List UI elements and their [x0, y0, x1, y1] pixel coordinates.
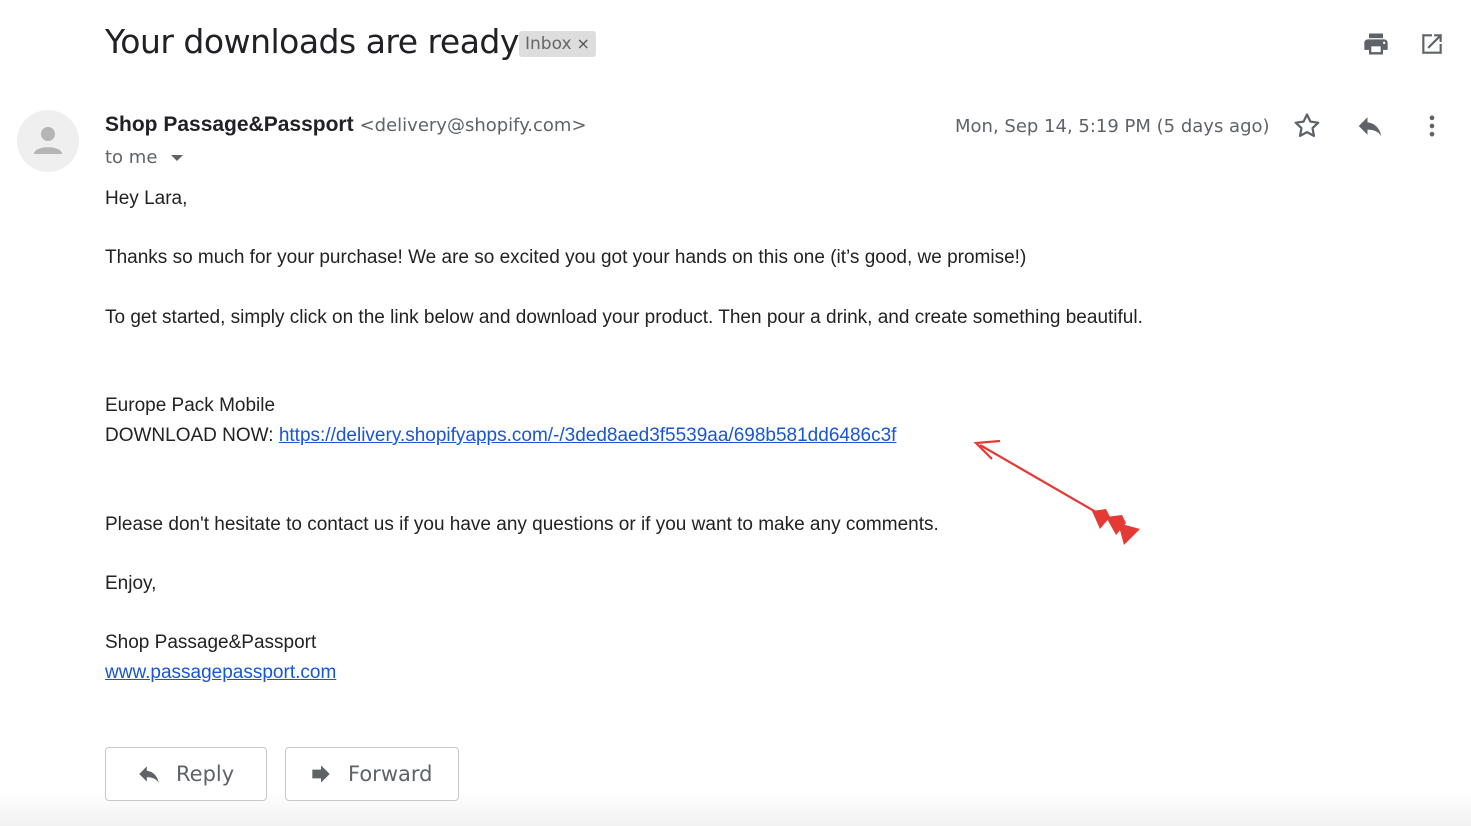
forward-button-label: Forward	[348, 762, 433, 786]
body-paragraph-3: Please don't hesitate to contact us if y…	[105, 514, 939, 535]
reply-icon[interactable]	[1353, 110, 1387, 142]
body-paragraph-2: To get started, simply click on the link…	[105, 307, 1143, 328]
avatar-person-icon	[34, 127, 62, 154]
signature-website-link[interactable]: www.passagepassport.com	[105, 662, 336, 683]
download-label: DOWNLOAD NOW:	[105, 425, 274, 446]
reply-button[interactable]: Reply	[105, 747, 267, 801]
recipient-text: to me	[105, 147, 158, 168]
email-subject: Your downloads are ready	[105, 22, 519, 61]
signature-link-line: www.passagepassport.com	[105, 662, 336, 684]
inbox-label-chip[interactable]: Inbox ×	[519, 31, 596, 57]
reply-button-label: Reply	[176, 762, 235, 786]
star-icon[interactable]	[1290, 110, 1324, 142]
forward-button[interactable]: Forward	[285, 747, 459, 801]
product-name: Europe Pack Mobile	[105, 395, 276, 416]
more-vertical-icon[interactable]	[1416, 110, 1448, 142]
label-text: Inbox	[525, 34, 572, 54]
recipient-details-toggle[interactable]: to me	[105, 147, 184, 168]
sender-name[interactable]: Shop Passage&Passport	[105, 113, 354, 137]
open-in-new-window-icon[interactable]	[1416, 28, 1448, 60]
reply-icon	[139, 766, 159, 783]
body-paragraph-1: Thanks so much for your purchase! We are…	[105, 247, 1027, 268]
greeting-text: Hey Lara,	[105, 188, 188, 209]
sender-line: Shop Passage&Passport <delivery@shopify.…	[105, 113, 587, 137]
red-arrow-annotation	[973, 439, 1140, 545]
chevron-down-icon	[171, 154, 184, 161]
download-line: DOWNLOAD NOW: https://delivery.shopifyap…	[105, 425, 896, 447]
sender-email: <delivery@shopify.com>	[359, 115, 587, 136]
remove-label-icon[interactable]: ×	[577, 31, 590, 57]
sender-avatar[interactable]	[17, 110, 79, 172]
print-icon[interactable]	[1360, 28, 1392, 60]
signoff-text: Enjoy,	[105, 573, 157, 594]
signature-name: Shop Passage&Passport	[105, 632, 317, 653]
forward-icon	[312, 765, 330, 783]
download-link[interactable]: https://delivery.shopifyapps.com/-/3ded8…	[279, 425, 897, 446]
email-date: Mon, Sep 14, 5:19 PM (5 days ago)	[955, 116, 1270, 137]
